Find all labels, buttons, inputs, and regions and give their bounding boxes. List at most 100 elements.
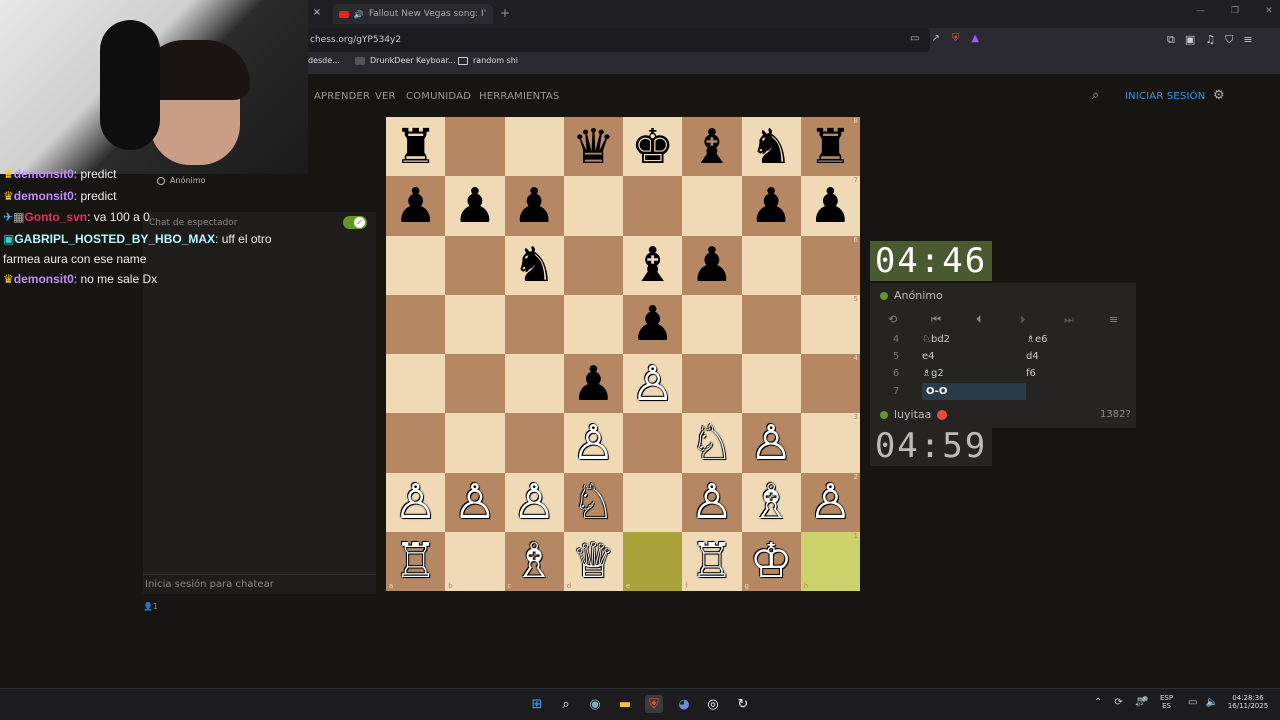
square-e5[interactable]: ♟: [623, 294, 683, 354]
piece-h7[interactable]: ♟: [809, 182, 852, 230]
square-b7[interactable]: ♟: [445, 176, 505, 236]
square-d7[interactable]: [563, 176, 623, 236]
close-window-icon[interactable]: ✕: [1265, 6, 1273, 16]
square-a3[interactable]: [386, 413, 446, 473]
white-move[interactable]: ♘bd2: [922, 334, 1026, 345]
piece-c6[interactable]: ♞: [513, 241, 556, 289]
square-d2[interactable]: ♘: [563, 472, 623, 532]
square-f6[interactable]: ♟: [682, 235, 742, 295]
wallet-icon[interactable]: ▣: [1185, 33, 1195, 47]
obs-icon[interactable]: ◎: [704, 695, 722, 713]
square-b4[interactable]: [445, 354, 505, 414]
nav-comunidad[interactable]: COMUNIDAD: [406, 91, 471, 102]
discord-icon[interactable]: ◕: [675, 695, 693, 713]
square-d8[interactable]: ♛: [563, 117, 623, 177]
address-bar[interactable]: chess.org/gYP534y2: [300, 28, 930, 52]
microphone-icon[interactable]: 🎤: [1136, 697, 1148, 708]
square-g2[interactable]: ♗: [741, 472, 801, 532]
square-f7[interactable]: [682, 176, 742, 236]
square-a7[interactable]: ♟: [386, 176, 446, 236]
app-icon[interactable]: ↻: [734, 695, 752, 713]
square-d3[interactable]: ♙: [563, 413, 623, 473]
piece-d8[interactable]: ♛: [572, 123, 615, 171]
nav-aprender[interactable]: APRENDER: [314, 91, 370, 102]
square-f4[interactable]: [682, 354, 742, 414]
square-c3[interactable]: [504, 413, 564, 473]
square-e3[interactable]: [623, 413, 683, 473]
sync-icon[interactable]: ⟳: [1114, 697, 1122, 708]
speaker-icon[interactable]: 🔈: [1205, 697, 1217, 708]
piece-a2[interactable]: ♙: [394, 478, 437, 526]
square-h4[interactable]: 4: [800, 354, 860, 414]
white-move[interactable]: e4: [922, 351, 1026, 362]
settings-gear-icon[interactable]: ⚙: [1213, 88, 1225, 103]
tab-youtube[interactable]: 🔊 Fallout New Vegas song: I'm so b: [333, 4, 493, 24]
square-b6[interactable]: [445, 235, 505, 295]
piece-a1[interactable]: ♖: [394, 537, 437, 585]
square-h6[interactable]: 6: [800, 235, 860, 295]
cast-icon[interactable]: ▭: [910, 33, 919, 44]
minimize-icon[interactable]: —: [1196, 6, 1205, 16]
piece-c2[interactable]: ♙: [513, 478, 556, 526]
next-move-icon[interactable]: ⏵: [1020, 313, 1026, 327]
login-link[interactable]: INICIAR SESIÓN: [1125, 91, 1205, 102]
piece-a7[interactable]: ♟: [394, 182, 437, 230]
nav-herramientas[interactable]: HERRAMIENTAS: [479, 91, 559, 102]
nav-ver[interactable]: VER: [375, 91, 396, 102]
square-c4[interactable]: [504, 354, 564, 414]
bookmark-3[interactable]: random shi: [458, 56, 518, 65]
piece-d2[interactable]: ♘: [572, 478, 615, 526]
piece-f6[interactable]: ♟: [690, 241, 733, 289]
white-move-current[interactable]: O-O: [922, 383, 1026, 400]
square-c7[interactable]: ♟: [504, 176, 564, 236]
bookmark-2[interactable]: DrunkDeer Keyboar...: [355, 56, 456, 65]
square-f8[interactable]: ♝: [682, 117, 742, 177]
piece-f3[interactable]: ♘: [690, 419, 733, 467]
square-f1[interactable]: ♖ f: [682, 531, 742, 591]
square-e8[interactable]: ♚: [623, 117, 683, 177]
clock[interactable]: 04:28:36 16/11/2025: [1224, 694, 1272, 710]
piece-g7[interactable]: ♟: [750, 182, 793, 230]
first-move-icon[interactable]: ⏮: [931, 313, 941, 327]
black-move[interactable]: f6: [1026, 368, 1130, 379]
square-a2[interactable]: ♙: [386, 472, 446, 532]
square-d4[interactable]: ♟: [563, 354, 623, 414]
prev-move-icon[interactable]: ⏴: [976, 313, 982, 327]
square-c6[interactable]: ♞: [504, 235, 564, 295]
piece-e8[interactable]: ♚: [631, 123, 674, 171]
square-b3[interactable]: [445, 413, 505, 473]
last-move-icon[interactable]: ⏭: [1064, 313, 1074, 327]
piece-g2[interactable]: ♗: [750, 478, 793, 526]
square-a5[interactable]: [386, 294, 446, 354]
chat-input[interactable]: Inicia sesión para chatear: [143, 574, 376, 594]
piece-g3[interactable]: ♙: [750, 419, 793, 467]
square-g5[interactable]: [741, 294, 801, 354]
piece-d3[interactable]: ♙: [572, 419, 615, 467]
spectator-chat-toggle[interactable]: ✓: [343, 216, 367, 229]
square-e4[interactable]: ♙: [623, 354, 683, 414]
square-d1[interactable]: ♕ d: [563, 531, 623, 591]
square-g8[interactable]: ♞: [741, 117, 801, 177]
square-f3[interactable]: ♘: [682, 413, 742, 473]
brave-browser-icon[interactable]: ⛨: [645, 695, 663, 713]
piece-h8[interactable]: ♜: [809, 123, 852, 171]
square-e6[interactable]: ♝: [623, 235, 683, 295]
share-icon[interactable]: ↗: [931, 33, 939, 44]
flip-board-icon[interactable]: ⟲: [888, 313, 897, 326]
piece-f8[interactable]: ♝: [690, 123, 733, 171]
media-icon[interactable]: ♫: [1205, 33, 1215, 47]
square-g4[interactable]: [741, 354, 801, 414]
square-a6[interactable]: [386, 235, 446, 295]
piece-c7[interactable]: ♟: [513, 182, 556, 230]
chess-board[interactable]: ♜ ♛ ♚ ♝ ♞ ♜ 8 ♟ ♟ ♟ ♟ ♟ 7 ♞ ♝ ♟ 6 ♟ 5 ♟ ♙ 4 ♙ ♘ ♙ 3 ♙ ♙ ♙ ♘ ♙ ♗ ♙ 2 ♖ a b ♗ c ♕…: [386, 117, 860, 591]
show-hidden-icon[interactable]: ⌃: [1094, 697, 1102, 708]
square-g1[interactable]: ♔ g: [741, 531, 801, 591]
extensions-icon[interactable]: ⧉: [1167, 33, 1175, 47]
new-tab-button[interactable]: +: [500, 6, 510, 20]
piece-h2[interactable]: ♙: [809, 478, 852, 526]
tab-close-icon[interactable]: ×: [309, 7, 325, 21]
piece-d1[interactable]: ♕: [572, 537, 615, 585]
square-e1[interactable]: e: [623, 531, 683, 591]
square-h1[interactable]: 1h: [800, 531, 860, 591]
square-a4[interactable]: [386, 354, 446, 414]
